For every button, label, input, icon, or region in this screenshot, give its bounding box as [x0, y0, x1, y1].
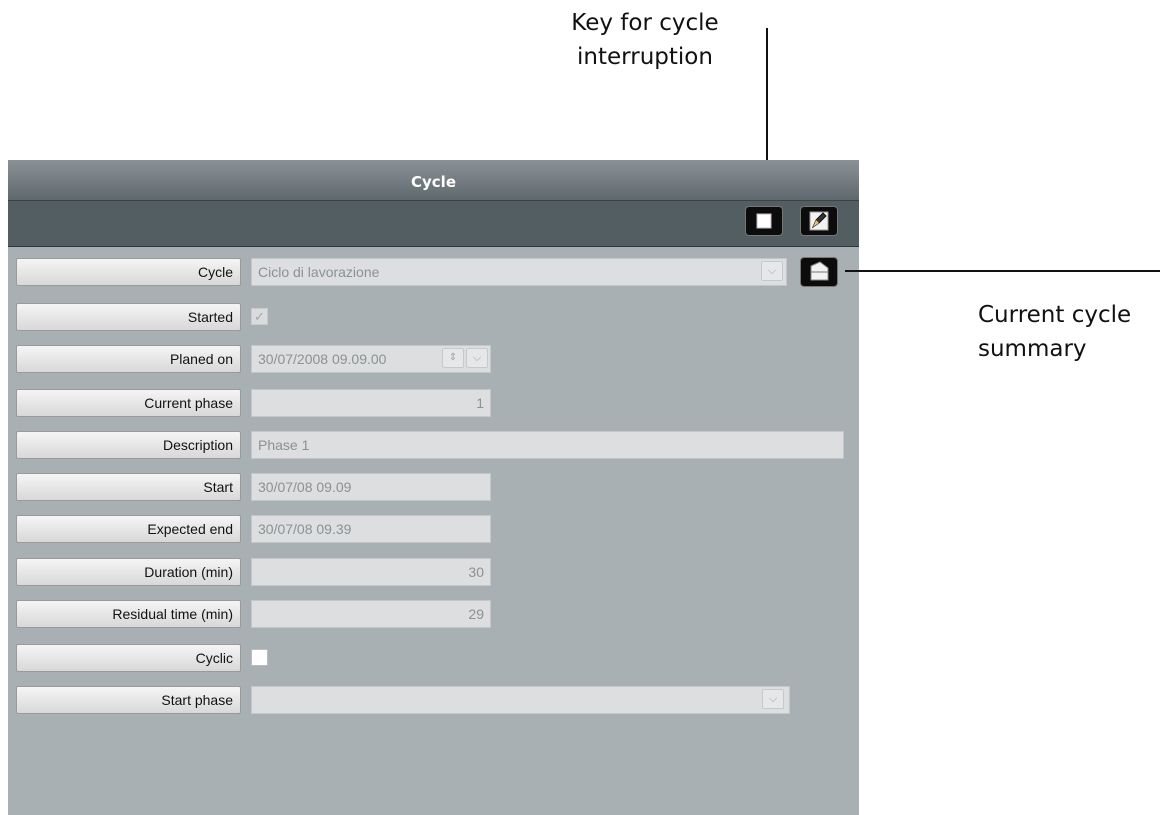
residual-time-field[interactable]: 29 — [251, 600, 491, 628]
cyclic-label-button[interactable]: Cyclic — [16, 644, 241, 672]
chevron-down-icon[interactable]: ⌵ — [466, 348, 488, 368]
annotation-text: summary — [978, 336, 1087, 362]
edit-button[interactable] — [800, 206, 838, 236]
started-label-button[interactable]: Started — [16, 303, 241, 331]
expected-end-label-button[interactable]: Expected end — [16, 515, 241, 543]
cycle-panel: Cycle Cycle Ciclo di lavorazione ⌵ Start… — [8, 160, 859, 815]
duration-label-button[interactable]: Duration (min) — [16, 558, 241, 586]
description-field[interactable]: Phase 1 — [251, 431, 844, 459]
current-phase-field[interactable]: 1 — [251, 389, 491, 417]
annotation-cycle-interruption: Key for cycle interruption — [540, 6, 750, 74]
panel-title: Cycle — [8, 160, 859, 201]
annotation-text: Current cycle — [978, 302, 1132, 328]
start-label-button[interactable]: Start — [16, 473, 241, 501]
current-phase-label-button[interactable]: Current phase — [16, 389, 241, 417]
chevron-down-icon[interactable]: ⌵ — [762, 689, 784, 709]
annotation-cycle-summary: Current cycle summary — [978, 298, 1158, 366]
cycle-select[interactable]: Ciclo di lavorazione — [251, 258, 787, 286]
spinner-icon[interactable]: ⇕ — [442, 348, 464, 368]
start-phase-label-button[interactable]: Start phase — [16, 686, 241, 714]
annotation-leader-line — [845, 270, 1160, 272]
start-field[interactable]: 30/07/08 09.09 — [251, 473, 491, 501]
summary-icon — [810, 261, 829, 281]
description-label-button[interactable]: Description — [16, 431, 241, 459]
started-checkbox[interactable]: ✓ — [251, 308, 268, 325]
duration-field[interactable]: 30 — [251, 558, 491, 586]
cycle-label-button[interactable]: Cycle — [16, 258, 241, 286]
chevron-down-icon[interactable]: ⌵ — [761, 261, 783, 281]
stop-icon — [756, 213, 772, 229]
cycle-summary-button[interactable] — [800, 257, 838, 287]
cyclic-checkbox[interactable] — [251, 649, 268, 666]
residual-time-label-button[interactable]: Residual time (min) — [16, 600, 241, 628]
expected-end-field[interactable]: 30/07/08 09.39 — [251, 515, 491, 543]
annotation-text: Key for cycle — [571, 10, 719, 36]
start-phase-select[interactable] — [251, 686, 790, 714]
panel-toolbar — [8, 201, 859, 247]
pencil-icon — [809, 211, 829, 231]
planed-on-label-button[interactable]: Planed on — [16, 345, 241, 373]
annotation-text: interruption — [577, 44, 713, 70]
stop-cycle-button[interactable] — [745, 206, 783, 236]
